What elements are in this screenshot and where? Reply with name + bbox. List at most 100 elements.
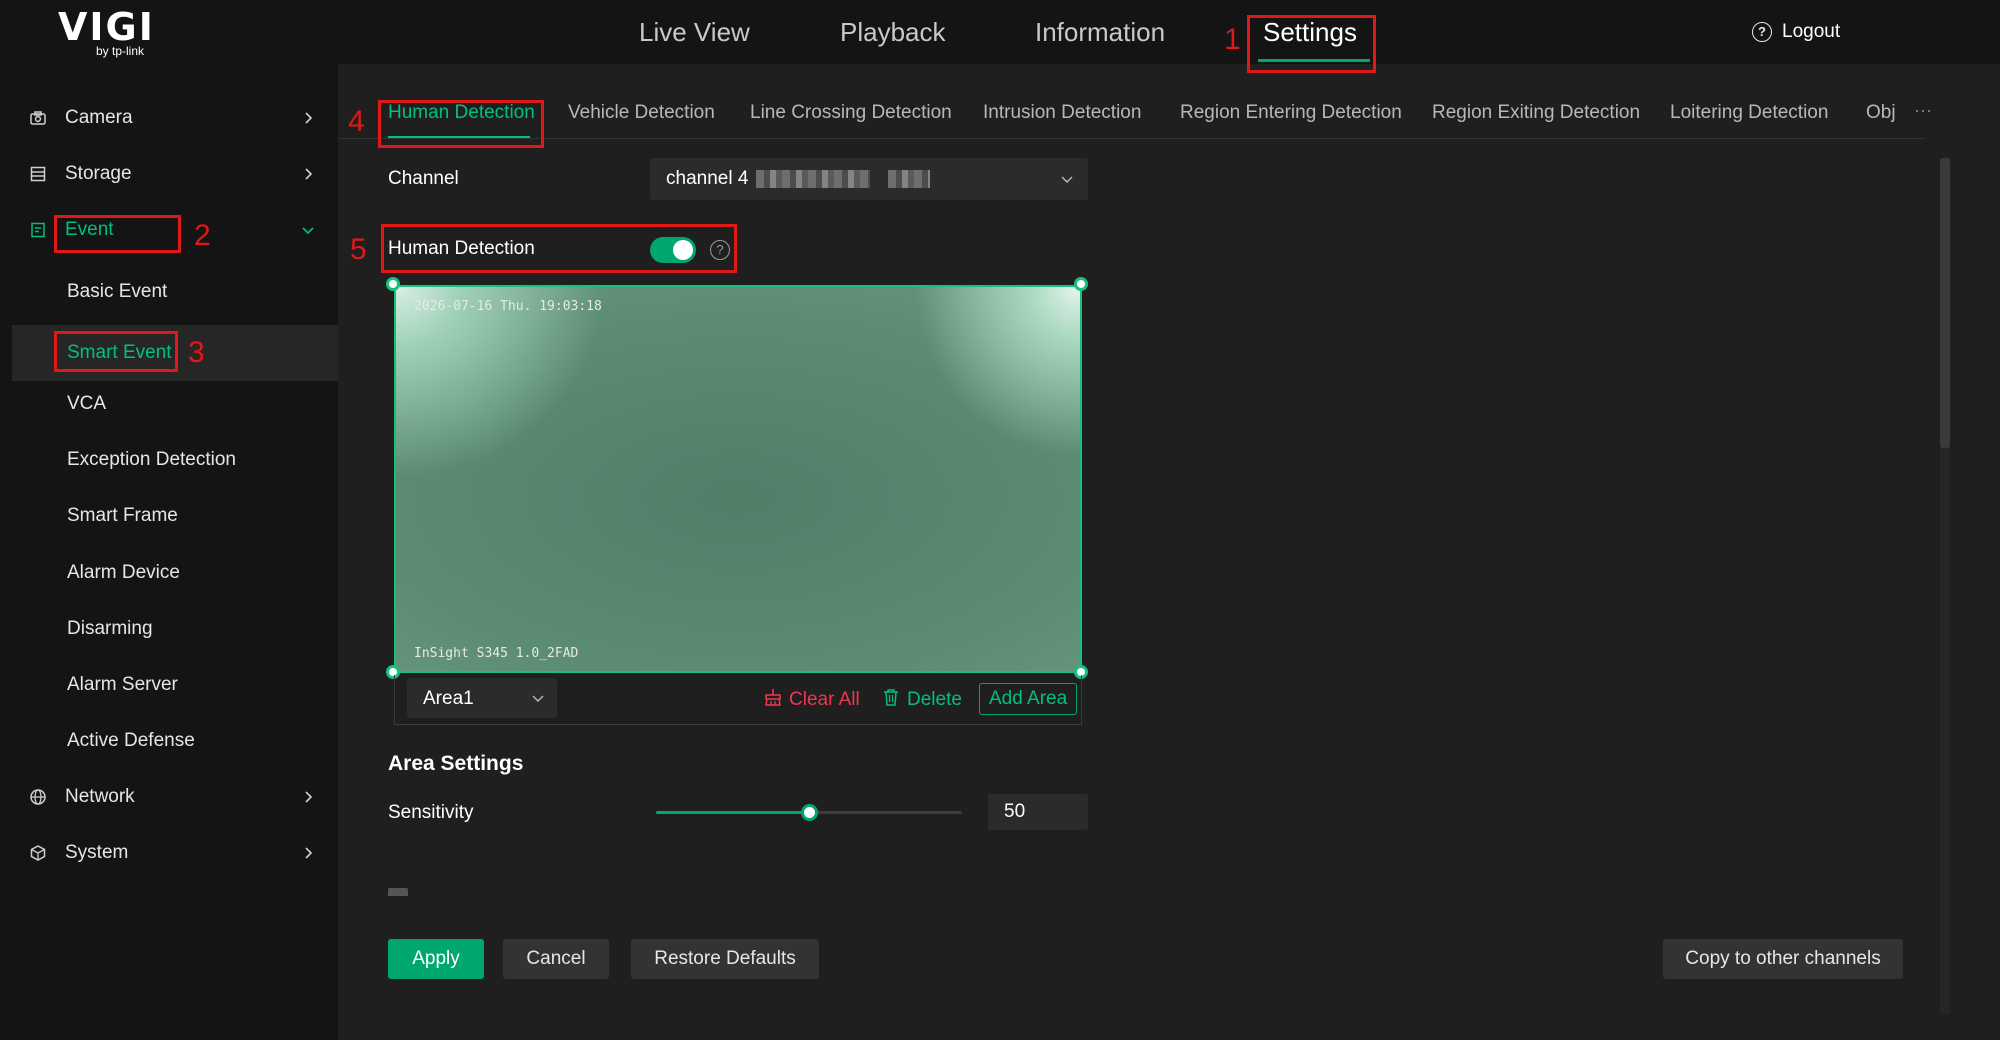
sidebar-item-smart-frame[interactable]: Smart Frame bbox=[0, 488, 338, 544]
add-area-button[interactable]: Add Area bbox=[979, 683, 1078, 715]
area-select[interactable]: Area1 bbox=[407, 678, 557, 718]
tab-human-detection[interactable]: Human Detection bbox=[388, 101, 535, 125]
sidebar-item-label: Disarming bbox=[67, 618, 153, 639]
sensitivity-slider-handle[interactable] bbox=[801, 804, 818, 821]
sensitivity-slider-fill bbox=[656, 811, 809, 814]
video-preview[interactable]: 2026-07-16 Thu. 19:03:18 InSight S345 1.… bbox=[394, 285, 1082, 673]
sensitivity-input[interactable]: 50 bbox=[988, 794, 1088, 830]
sidebar-item-smart-event[interactable]: Smart Event bbox=[12, 325, 338, 381]
video-camera-name: InSight S345 1.0_2FAD bbox=[414, 646, 579, 661]
chevron-down-icon bbox=[531, 691, 545, 705]
content-scrollbar[interactable] bbox=[1940, 158, 1950, 1014]
apply-button[interactable]: Apply bbox=[388, 939, 484, 979]
sidebar-item-alarm-device[interactable]: Alarm Device bbox=[0, 545, 338, 601]
tab-vehicle-detection[interactable]: Vehicle Detection bbox=[568, 101, 715, 125]
nav-active-indicator bbox=[1258, 59, 1370, 62]
sidebar-item-vca[interactable]: VCA bbox=[0, 376, 338, 432]
sidebar-item-system[interactable]: System bbox=[0, 825, 338, 881]
chevron-right-icon bbox=[300, 166, 316, 182]
tab-line-crossing-detection[interactable]: Line Crossing Detection bbox=[750, 101, 952, 125]
hidden-checkbox[interactable] bbox=[388, 888, 408, 896]
channel-value: channel 4 bbox=[666, 168, 749, 189]
sensitivity-label: Sensitivity bbox=[388, 802, 474, 823]
redacted-channel-suffix bbox=[888, 170, 930, 188]
sidebar-item-event[interactable]: Event bbox=[0, 202, 338, 258]
help-icon[interactable]: ? bbox=[710, 240, 730, 260]
chevron-right-icon bbox=[300, 789, 316, 805]
cancel-button[interactable]: Cancel bbox=[503, 939, 609, 979]
annotation-number-1: 1 bbox=[1224, 23, 1241, 56]
toggle-knob bbox=[673, 240, 693, 260]
scrollbar-thumb[interactable] bbox=[1940, 158, 1950, 448]
sidebar-item-storage[interactable]: Storage bbox=[0, 146, 338, 202]
globe-icon bbox=[29, 788, 47, 806]
sidebar-item-active-defense[interactable]: Active Defense bbox=[0, 713, 338, 769]
sidebar-item-network[interactable]: Network bbox=[0, 769, 338, 825]
channel-label: Channel bbox=[388, 168, 459, 189]
tab-divider bbox=[338, 138, 1926, 139]
delete-area-button[interactable]: Delete bbox=[881, 687, 962, 712]
sidebar-item-label: Alarm Device bbox=[67, 562, 180, 583]
sidebar-item-label: VCA bbox=[67, 393, 107, 414]
chevron-right-icon bbox=[300, 110, 316, 126]
chevron-down-icon bbox=[1060, 172, 1074, 186]
broom-icon bbox=[763, 687, 783, 712]
area-select-value: Area1 bbox=[423, 688, 474, 709]
tab-region-entering-detection[interactable]: Region Entering Detection bbox=[1180, 101, 1402, 125]
annotation-number-5: 5 bbox=[350, 233, 367, 266]
sidebar-item-alarm-server[interactable]: Alarm Server bbox=[0, 657, 338, 713]
logo-subtext: by tp-link bbox=[96, 44, 145, 58]
event-icon bbox=[29, 221, 47, 239]
top-bar: VIGI by tp-link Live View Playback Infor… bbox=[0, 0, 2000, 64]
sidebar-item-label: Smart Event bbox=[67, 342, 172, 363]
sidebar-item-label: Basic Event bbox=[67, 281, 168, 302]
human-detection-toggle[interactable] bbox=[650, 237, 696, 263]
area-handle-top-right[interactable] bbox=[1074, 277, 1088, 291]
sidebar-item-label: Exception Detection bbox=[67, 449, 236, 470]
storage-icon bbox=[29, 165, 47, 183]
tab-intrusion-detection[interactable]: Intrusion Detection bbox=[983, 101, 1141, 125]
clear-all-button[interactable]: Clear All bbox=[763, 687, 860, 712]
delete-label: Delete bbox=[907, 688, 962, 710]
sidebar-item-exception-detection[interactable]: Exception Detection bbox=[0, 432, 338, 488]
nav-live-view[interactable]: Live View bbox=[639, 16, 750, 48]
channel-select[interactable]: channel 4 bbox=[650, 158, 1088, 200]
clear-all-label: Clear All bbox=[789, 688, 860, 710]
nav-information[interactable]: Information bbox=[1035, 16, 1165, 48]
copy-to-other-channels-button[interactable]: Copy to other channels bbox=[1663, 939, 1903, 979]
sidebar-item-label: Smart Frame bbox=[67, 505, 178, 526]
vigi-logo[interactable]: VIGI by tp-link bbox=[58, 6, 158, 58]
sidebar-item-label: Camera bbox=[65, 107, 133, 128]
logout-button[interactable]: ? Logout bbox=[1752, 20, 1840, 44]
annotation-number-2: 2 bbox=[194, 219, 211, 252]
sidebar-item-disarming[interactable]: Disarming bbox=[0, 601, 338, 657]
main-content: Human Detection Vehicle Detection Line C… bbox=[338, 64, 2000, 1040]
chevron-down-icon bbox=[300, 222, 316, 238]
tabs-more-icon[interactable]: ··· bbox=[1914, 100, 1932, 121]
annotation-number-3: 3 bbox=[188, 336, 205, 369]
question-circle-icon: ? bbox=[1752, 22, 1772, 42]
sidebar-item-label: Network bbox=[65, 786, 135, 807]
sidebar: Camera Storage Event Basic Event Smart E… bbox=[0, 64, 338, 1040]
sidebar-item-camera[interactable]: Camera bbox=[0, 90, 338, 146]
chevron-right-icon bbox=[300, 845, 316, 861]
nav-settings[interactable]: Settings bbox=[1263, 16, 1357, 48]
logo-text: VIGI bbox=[58, 5, 155, 49]
sidebar-item-label: System bbox=[65, 842, 129, 863]
redacted-channel-name bbox=[756, 170, 870, 188]
sensitivity-slider[interactable] bbox=[656, 804, 962, 821]
trash-icon bbox=[881, 687, 901, 712]
sidebar-item-label: Alarm Server bbox=[67, 674, 178, 695]
video-timestamp: 2026-07-16 Thu. 19:03:18 bbox=[414, 299, 602, 314]
human-detection-label: Human Detection bbox=[388, 238, 535, 259]
sidebar-item-basic-event[interactable]: Basic Event bbox=[0, 264, 338, 320]
partially-hidden-row bbox=[388, 884, 788, 896]
tab-loitering-detection[interactable]: Loitering Detection bbox=[1670, 101, 1828, 125]
area-handle-top-left[interactable] bbox=[386, 277, 400, 291]
restore-defaults-button[interactable]: Restore Defaults bbox=[631, 939, 819, 979]
nav-playback[interactable]: Playback bbox=[840, 16, 946, 48]
tab-object-partial[interactable]: Obj bbox=[1866, 101, 1896, 125]
area-toolbar: Area1 Clear All Delete Add Area bbox=[394, 675, 1082, 725]
tab-region-exiting-detection[interactable]: Region Exiting Detection bbox=[1432, 101, 1640, 125]
sidebar-item-label: Storage bbox=[65, 163, 132, 184]
